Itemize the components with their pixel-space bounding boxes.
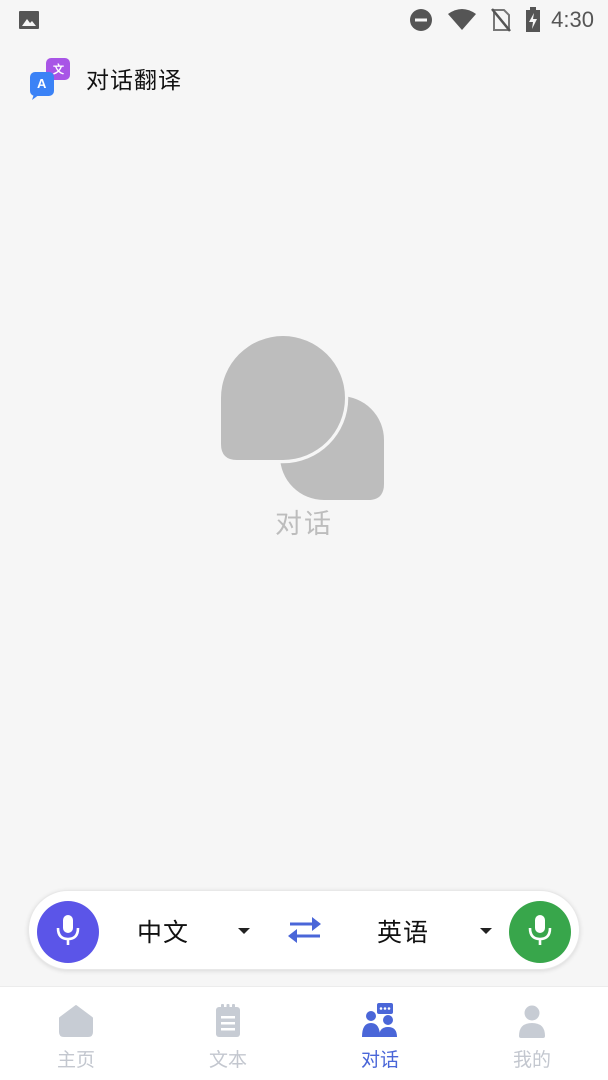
nav-label-text: 文本 — [208, 1049, 247, 1071]
image-icon — [18, 10, 40, 34]
nav-label-profile: 我的 — [512, 1049, 551, 1071]
status-time: 4:30 — [551, 7, 594, 32]
nav-label-conversation: 对话 — [360, 1049, 399, 1071]
logo-letter-front: A — [37, 76, 47, 91]
empty-state: 对话 — [218, 333, 390, 540]
empty-state-label: 对话 — [275, 509, 333, 540]
microphone-icon — [527, 913, 553, 951]
target-mic-button[interactable] — [509, 901, 571, 963]
app-bar: 文 A 对话翻译 — [28, 56, 182, 100]
home-icon — [58, 1003, 94, 1039]
nav-item-home[interactable]: 主页 — [0, 987, 152, 1080]
target-language-select[interactable]: 英语 — [377, 913, 429, 949]
page-title: 对话翻译 — [86, 68, 182, 94]
nav-item-conversation[interactable]: 对话 — [304, 987, 456, 1080]
source-language-select[interactable]: 中文 — [137, 913, 189, 949]
nav-item-text[interactable]: 文本 — [152, 987, 304, 1080]
source-mic-button[interactable] — [37, 901, 99, 963]
source-dropdown-icon[interactable] — [238, 928, 250, 934]
notepad-icon — [214, 1003, 242, 1039]
bottom-navigation: 主页 文本 对话 我的 — [0, 986, 608, 1080]
battery-charging-icon — [525, 7, 541, 33]
status-bar: 4:30 — [0, 0, 608, 40]
no-sim-icon — [491, 8, 512, 32]
target-dropdown-icon[interactable] — [480, 928, 492, 934]
translate-logo-icon: 文 A — [28, 56, 72, 100]
profile-icon — [517, 1003, 547, 1039]
microphone-icon — [55, 913, 81, 951]
do-not-disturb-icon — [409, 8, 433, 32]
nav-item-profile[interactable]: 我的 — [456, 987, 608, 1080]
swap-arrows-icon[interactable] — [285, 915, 325, 949]
conversation-icon — [361, 1003, 399, 1039]
wifi-icon — [447, 8, 477, 32]
nav-label-home: 主页 — [56, 1049, 95, 1071]
logo-letter-back: 文 — [53, 63, 64, 76]
language-bar: 中文 英语 — [28, 890, 580, 970]
